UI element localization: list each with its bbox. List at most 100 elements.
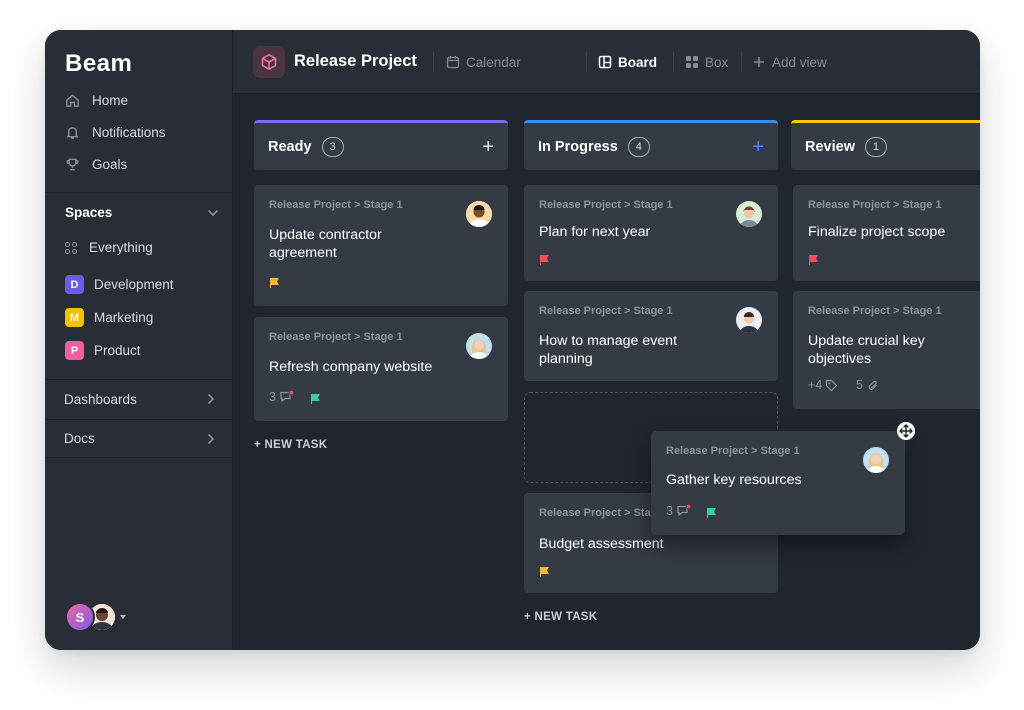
task-title: Gather key resources: [666, 472, 802, 488]
space-everything-label: Everything: [89, 240, 153, 255]
space-marketing[interactable]: M Marketing: [65, 308, 153, 327]
paperclip-icon: [868, 380, 877, 390]
divider: [586, 52, 587, 72]
chevron-right-icon: [207, 433, 215, 444]
view-box[interactable]: Box: [685, 52, 728, 72]
column-title: Ready: [268, 138, 312, 155]
column-count: 3: [321, 136, 344, 157]
view-calendar-label: Calendar: [466, 54, 521, 70]
task-card[interactable]: Release Project > Stage 1 Update crucial…: [793, 291, 980, 409]
view-box-label: Box: [705, 54, 729, 70]
divider: [45, 192, 233, 193]
tag-count[interactable]: +4: [808, 378, 838, 392]
task-title: Update contractor agreement: [269, 227, 382, 261]
view-board[interactable]: Board: [598, 52, 657, 72]
project-title: Release Project: [294, 52, 417, 70]
app-logo: Beam: [65, 50, 133, 77]
space-everything[interactable]: Everything: [65, 240, 153, 255]
section-docs[interactable]: Docs: [45, 419, 233, 458]
priority-flag-icon: [540, 567, 549, 577]
home-icon: [66, 93, 79, 107]
space-development-label: Development: [94, 277, 174, 292]
dragged-task-card[interactable]: Release Project > Stage 1 Gather key res…: [651, 431, 905, 535]
board-icon: [598, 55, 612, 69]
top-bar: Release Project Calendar Board Box Add v…: [233, 30, 980, 94]
space-badge: M: [65, 308, 84, 327]
attachment-count-value: 5: [856, 378, 863, 392]
task-breadcrumb: Release Project > Stage 1: [666, 445, 800, 457]
column-header-ready: Ready 3 +: [254, 120, 508, 170]
add-task-button[interactable]: +: [752, 137, 764, 157]
move-cursor-icon: [897, 422, 915, 440]
view-board-label: Board: [618, 54, 658, 70]
task-title: Update crucial key objectives: [808, 333, 925, 367]
section-dashboards[interactable]: Dashboards: [45, 379, 233, 418]
column-title: Review: [805, 138, 855, 155]
column-header-in-progress: In Progress 4 +: [524, 120, 778, 170]
column-count: 4: [627, 136, 650, 157]
column-header-review: Review 1: [791, 120, 980, 170]
task-breadcrumb: Release Project > Sta: [539, 507, 651, 519]
assignee-avatar[interactable]: [466, 333, 492, 359]
priority-flag-icon: [311, 394, 320, 404]
space-development[interactable]: D Development: [65, 275, 174, 294]
space-product[interactable]: P Product: [65, 341, 141, 360]
comment-count[interactable]: 3: [666, 504, 692, 518]
task-breadcrumb: Release Project > Stage 1: [269, 199, 403, 211]
divider: [741, 52, 742, 72]
task-card[interactable]: Release Project > Stage 1 Plan for next …: [524, 185, 778, 281]
assignee-avatar[interactable]: [863, 447, 889, 473]
trophy-icon: [66, 158, 79, 170]
assignee-avatar[interactable]: [736, 307, 762, 333]
divider: [433, 52, 434, 72]
priority-flag-icon: [270, 278, 279, 288]
task-card[interactable]: Release Project > Stage 1 Finalize proje…: [793, 185, 980, 281]
nav-notifications-label: Notifications: [92, 124, 166, 140]
divider: [673, 52, 674, 72]
comment-count[interactable]: 3: [269, 390, 295, 404]
space-product-label: Product: [94, 343, 141, 358]
task-card[interactable]: Release Project > Stage 1 Update contrac…: [254, 185, 508, 306]
priority-flag-icon: [707, 508, 716, 518]
add-task-button[interactable]: +: [482, 137, 494, 157]
task-title: Budget assessment: [539, 536, 664, 552]
nav-home[interactable]: Home: [65, 90, 128, 110]
sidebar: Beam Home Notifications Goals Spaces Eve…: [45, 30, 233, 650]
assignee-avatar[interactable]: [466, 201, 492, 227]
box-icon: [686, 56, 698, 68]
space-badge: P: [65, 341, 84, 360]
project-icon: [253, 46, 285, 78]
nav-home-label: Home: [92, 92, 129, 108]
task-card[interactable]: Release Project > Stage 1 Refresh compan…: [254, 317, 508, 421]
nav-goals[interactable]: Goals: [65, 154, 127, 174]
task-title: Plan for next year: [539, 224, 651, 240]
add-view-button[interactable]: Add view: [752, 52, 827, 72]
comment-icon: [677, 504, 692, 517]
everything-icon: [65, 241, 77, 254]
assignee-avatar[interactable]: [736, 201, 762, 227]
view-calendar[interactable]: Calendar: [446, 52, 521, 72]
comment-count-value: 3: [269, 390, 276, 404]
task-title: Finalize project scope: [808, 224, 946, 240]
column-count: 1: [864, 136, 887, 157]
tag-count-value: +4: [808, 378, 823, 392]
nav-notifications[interactable]: Notifications: [65, 122, 166, 142]
space-marketing-label: Marketing: [94, 310, 154, 325]
bell-icon: [66, 126, 79, 139]
task-card[interactable]: Release Project > Stage 1 How to manage …: [524, 291, 778, 381]
new-task-button[interactable]: + NEW TASK: [254, 439, 327, 451]
space-badge: D: [65, 275, 84, 294]
task-title: How to manage event planning: [539, 333, 678, 367]
section-docs-label: Docs: [64, 431, 95, 446]
add-view-label: Add view: [772, 54, 827, 70]
attachment-count[interactable]: 5: [856, 378, 879, 392]
user-avatar[interactable]: S: [65, 602, 95, 632]
priority-flag-icon: [809, 255, 818, 265]
spaces-header[interactable]: Spaces: [65, 205, 219, 220]
column-title: In Progress: [538, 138, 618, 155]
caret-down-icon[interactable]: [120, 615, 126, 619]
new-task-button[interactable]: + NEW TASK: [524, 611, 597, 623]
priority-flag-icon: [540, 255, 549, 265]
calendar-icon: [446, 56, 460, 69]
chevron-down-icon: [207, 209, 219, 216]
